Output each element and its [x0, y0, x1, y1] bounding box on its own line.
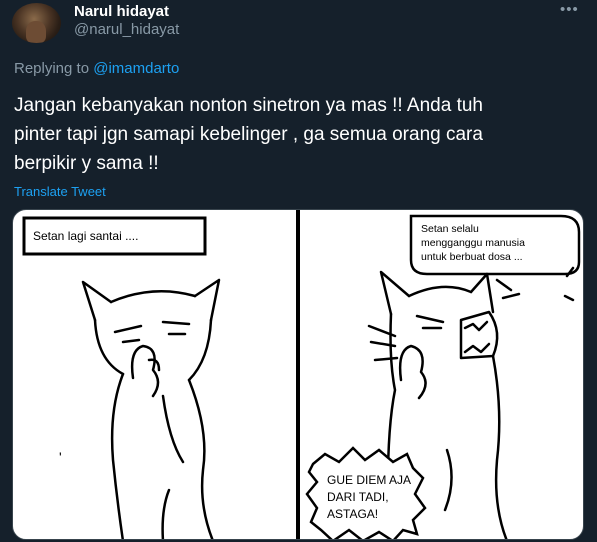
caption-text: Setan lagi santai .... [33, 229, 138, 243]
shout-line: ASTAGA! [327, 507, 378, 521]
mention-link[interactable]: @imamdarto [93, 60, 179, 77]
right-panel: Setan selalu mengganggu manusia untuk be… [305, 214, 581, 539]
sweat-marks: ' [59, 449, 62, 465]
speech-line: Setan selalu [421, 223, 479, 235]
tweet-line: pinter tapi jgn samapi kebelinger , ga s… [14, 124, 483, 145]
translate-tweet-link[interactable]: Translate Tweet [14, 184, 106, 199]
tweet-text: Jangan kebanyakan nonton sinetron ya mas… [14, 91, 589, 178]
speech-line: mengganggu manusia [421, 237, 525, 249]
replying-to: Replying to @imamdarto [14, 60, 179, 77]
tweet-media-image[interactable]: Setan lagi santai .... ' Setan selalu me… [12, 209, 584, 540]
more-options-icon[interactable]: ••• [560, 1, 579, 18]
author-handle[interactable]: @narul_hidayat [74, 21, 179, 38]
tweet-line: Jangan kebanyakan nonton sinetron ya mas… [14, 95, 483, 116]
author-avatar[interactable] [12, 3, 61, 43]
left-panel: Setan lagi santai .... ' [22, 216, 221, 539]
replying-to-label: Replying to [14, 60, 90, 77]
shout-line: DARI TADI, [327, 490, 389, 504]
speech-line: untuk berbuat dosa ... [421, 251, 523, 263]
tweet-line: berpikir y sama !! [14, 153, 159, 174]
author-display-name[interactable]: Narul hidayat [74, 3, 169, 20]
devil-figure-left [81, 278, 221, 539]
shout-line: GUE DIEM AJA [327, 473, 411, 487]
